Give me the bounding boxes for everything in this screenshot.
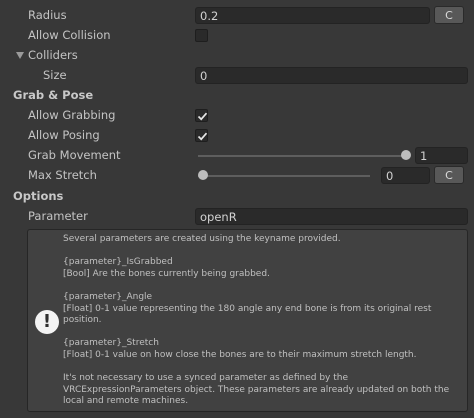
max-stretch-slider[interactable] [198, 175, 370, 177]
max-stretch-curve-button[interactable]: C [434, 166, 464, 184]
parameter-row: Parameter openR [0, 207, 474, 227]
parameter-help-box: ! Several parameters are created using t… [27, 229, 468, 412]
allow-posing-row: Allow Posing [0, 126, 474, 146]
grab-movement-slider-handle[interactable] [401, 150, 411, 160]
help-line: {parameter}_Angle [63, 291, 153, 302]
max-stretch-row: Max Stretch 0 C [0, 166, 474, 186]
grab-pose-heading: Grab & Pose [13, 88, 94, 102]
help-line: Several parameters are created using the… [63, 234, 341, 244]
colliders-label: Colliders [28, 48, 78, 62]
help-line: {parameter}_Stretch [63, 338, 159, 349]
allow-posing-label: Allow Posing [28, 128, 100, 142]
help-line: [Float] 0-1 value representing the 180 a… [63, 303, 432, 326]
allow-grabbing-row: Allow Grabbing [0, 106, 474, 126]
radius-field[interactable]: 0.2 [195, 7, 430, 24]
grab-movement-label: Grab Movement [28, 148, 121, 162]
colliders-size-field[interactable]: 0 [195, 67, 468, 84]
allow-collision-label: Allow Collision [28, 28, 111, 42]
options-section: Options [0, 187, 474, 207]
grab-movement-slider[interactable] [198, 155, 406, 157]
max-stretch-label: Max Stretch [28, 168, 97, 182]
grab-movement-row: Grab Movement 1 [0, 146, 474, 166]
parameter-field[interactable]: openR [195, 208, 468, 225]
help-line: {parameter}_IsGrabbed [63, 257, 173, 268]
checkmark-icon [197, 112, 208, 121]
help-line: [Float] 0-1 value on how close the bones… [63, 349, 417, 360]
colliders-foldout[interactable]: Colliders [0, 46, 474, 66]
allow-posing-checkbox[interactable] [195, 129, 208, 142]
radius-row: Radius 0.2 C [0, 6, 474, 26]
allow-collision-checkbox[interactable] [195, 29, 208, 42]
grab-movement-field[interactable]: 1 [415, 147, 468, 164]
options-heading: Options [13, 189, 64, 203]
max-stretch-field[interactable]: 0 [381, 167, 430, 184]
allow-grabbing-checkbox[interactable] [195, 109, 208, 122]
parameter-label: Parameter [28, 209, 88, 223]
help-line: It's not necessary to use a synced param… [63, 373, 450, 407]
colliders-size-label: Size [43, 68, 67, 82]
checkmark-icon [197, 132, 208, 141]
radius-label: Radius [28, 8, 67, 22]
max-stretch-slider-handle[interactable] [198, 170, 208, 180]
grab-pose-section: Grab & Pose [0, 86, 474, 106]
help-text: Several parameters are created using the… [63, 234, 468, 408]
help-line: [Bool] Are the bones currently being gra… [63, 268, 270, 279]
radius-curve-button[interactable]: C [434, 6, 464, 24]
foldout-triangle-icon[interactable] [16, 52, 24, 59]
allow-collision-row: Allow Collision [0, 26, 474, 46]
colliders-size-row: Size 0 [0, 66, 474, 86]
allow-grabbing-label: Allow Grabbing [28, 108, 116, 122]
info-icon: ! [35, 310, 59, 334]
